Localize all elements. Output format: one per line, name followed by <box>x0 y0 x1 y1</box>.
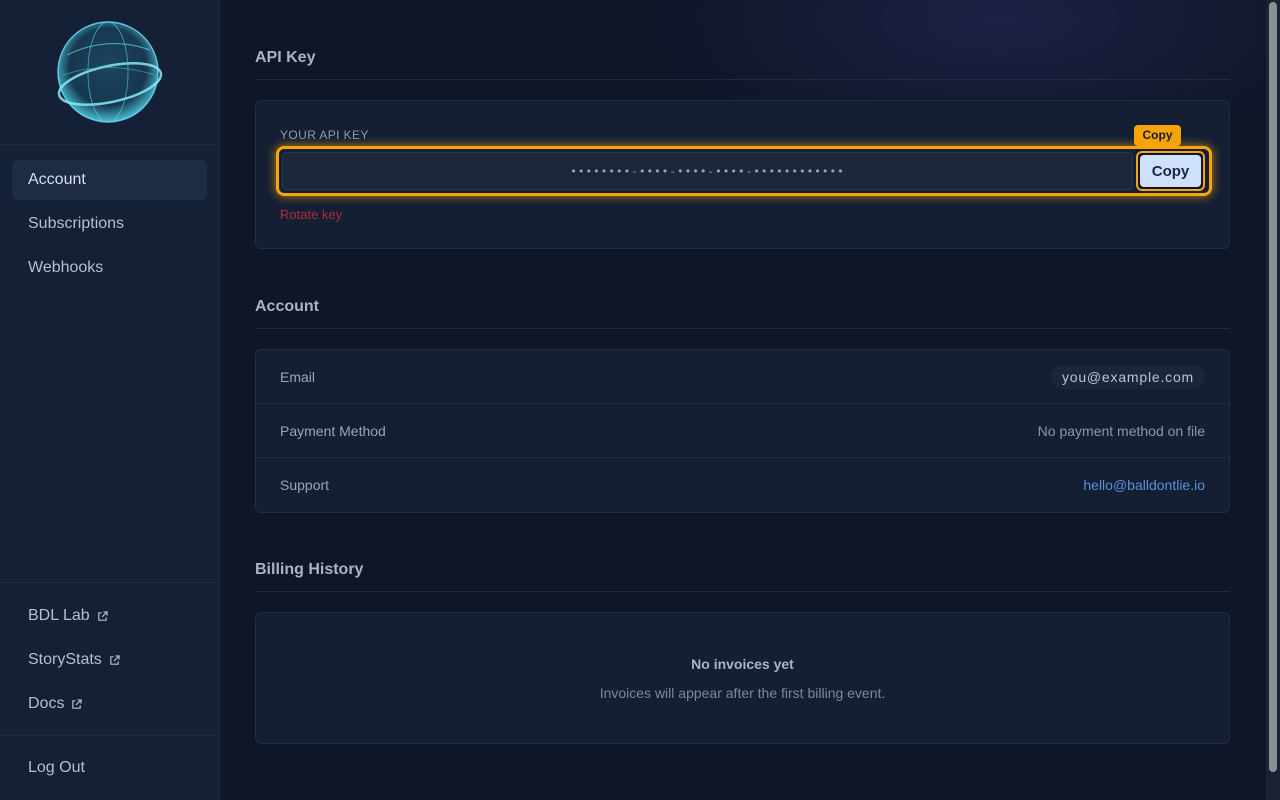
account-title: Account <box>255 298 319 315</box>
support-row: Support hello@balldontlie.io <box>256 458 1229 512</box>
external-link-icon <box>110 654 120 665</box>
external-links: BDL Lab StoryStats Docs <box>0 582 219 726</box>
link-storystats[interactable]: StoryStats <box>0 638 219 682</box>
external-link-icon <box>72 698 83 709</box>
divider <box>255 79 1230 80</box>
logout-area: Log Out <box>0 735 219 800</box>
logout-button[interactable]: Log Out <box>0 736 219 800</box>
link-label: StoryStats <box>28 651 102 668</box>
email-value: you@example.com <box>1050 364 1205 389</box>
link-label: BDL Lab <box>28 607 90 624</box>
support-label: Support <box>280 477 330 493</box>
api-key-title: API Key <box>255 49 316 66</box>
email-label: Email <box>280 368 316 385</box>
external-link-icon <box>97 610 108 621</box>
link-label: Docs <box>28 695 65 712</box>
support-email-link[interactable]: hello@balldontlie.io <box>1083 477 1205 493</box>
copy-tooltip: Copy <box>1134 125 1181 146</box>
logo-area <box>0 0 219 145</box>
main-content: API Key YOUR API KEY Copy ••••••••-••••-… <box>220 0 1266 800</box>
sidebar-item-subscriptions[interactable]: Subscriptions <box>12 204 207 244</box>
api-key-card: YOUR API KEY Copy ••••••••-••••-••••-•••… <box>255 100 1230 249</box>
sidebar-item-webhooks[interactable]: Webhooks <box>12 248 207 288</box>
api-key-label: YOUR API KEY <box>280 128 369 142</box>
billing-history-title: Billing History <box>255 561 364 578</box>
empty-state-title: No invoices yet <box>691 656 794 672</box>
api-key-highlight: ••••••••-••••-••••-••••-•••••••••••• Cop… <box>276 146 1212 196</box>
copy-button[interactable]: Copy <box>1136 151 1205 191</box>
account-card: Email you@example.com Payment Method No … <box>255 349 1230 513</box>
link-docs[interactable]: Docs <box>0 682 219 726</box>
sidebar-item-account[interactable]: Account <box>12 160 207 200</box>
divider <box>255 328 1230 329</box>
billing-history-card: No invoices yet Invoices will appear aft… <box>255 612 1230 744</box>
payment-method-value: No payment method on file <box>1037 422 1205 439</box>
payment-method-row: Payment Method No payment method on file <box>256 404 1229 458</box>
sidebar: Account Subscriptions Webhooks BDL Lab S… <box>0 0 220 800</box>
email-row: Email you@example.com <box>256 350 1229 404</box>
empty-state-subtitle: Invoices will appear after the first bil… <box>599 685 886 701</box>
copy-button-label: Copy <box>1140 155 1201 187</box>
app-root: Account Subscriptions Webhooks BDL Lab S… <box>0 0 1280 800</box>
sidebar-nav: Account Subscriptions Webhooks <box>0 145 219 307</box>
api-key-field[interactable]: ••••••••-••••-••••-••••-•••••••••••• <box>282 152 1133 190</box>
globe-logo[interactable] <box>55 20 165 124</box>
divider <box>255 591 1230 592</box>
rotate-key-link[interactable]: Rotate key <box>280 207 342 222</box>
payment-method-label: Payment Method <box>280 422 386 439</box>
link-bdl-lab[interactable]: BDL Lab <box>0 594 219 638</box>
vertical-scrollbar[interactable] <box>1266 0 1280 800</box>
scrollbar-thumb[interactable] <box>1269 2 1277 772</box>
